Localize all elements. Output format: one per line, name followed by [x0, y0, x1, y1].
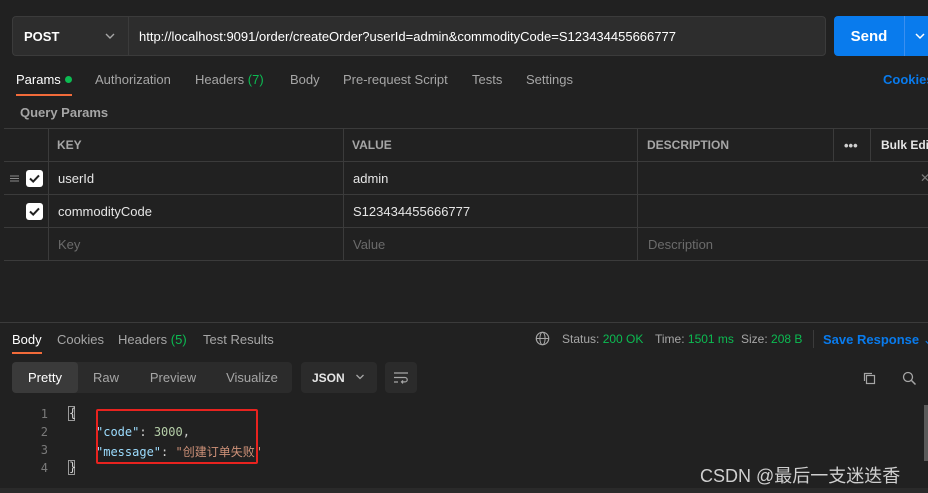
- method-select[interactable]: POST: [12, 16, 128, 56]
- response-headers-count: (5): [170, 332, 187, 347]
- column-divider: [343, 129, 344, 261]
- headers-count: (7): [247, 72, 264, 87]
- save-response-button[interactable]: Save Response ⌄: [823, 332, 928, 348]
- tab-settings[interactable]: Settings: [526, 72, 573, 87]
- send-options-button[interactable]: [904, 16, 928, 56]
- save-response-label: Save Response: [823, 332, 920, 347]
- pane-divider[interactable]: [0, 322, 928, 323]
- search-icon[interactable]: [902, 371, 917, 386]
- param-key[interactable]: userId: [58, 162, 94, 194]
- copy-icon[interactable]: [862, 371, 877, 386]
- cookies-link[interactable]: Cookies: [883, 72, 928, 87]
- format-label: JSON: [312, 370, 345, 385]
- format-select[interactable]: JSON: [301, 362, 377, 393]
- method-label: POST: [24, 28, 60, 44]
- open-brace: {: [68, 406, 77, 421]
- column-divider: [870, 129, 871, 162]
- tab-headers-label: Headers: [195, 72, 245, 87]
- table-row: userId admin ✕: [4, 162, 928, 195]
- query-params-table: KEY VALUE DESCRIPTION ••• Bulk Edi userI…: [4, 128, 928, 261]
- table-header-row: KEY VALUE DESCRIPTION ••• Bulk Edi: [4, 129, 928, 162]
- watermark: CSDN @最后一支迷迭香: [700, 466, 901, 486]
- view-pretty-button[interactable]: Pretty: [12, 362, 78, 393]
- wrap-lines-button[interactable]: [385, 362, 417, 393]
- globe-icon[interactable]: [535, 331, 550, 346]
- send-button[interactable]: Send: [834, 16, 904, 56]
- line-number: 3: [40, 443, 48, 457]
- url-input[interactable]: http://localhost:9091/order/createOrder?…: [128, 16, 826, 56]
- url-text: http://localhost:9091/order/createOrder?…: [139, 28, 676, 44]
- checkmark-icon: [29, 174, 40, 184]
- close-brace: }: [68, 460, 77, 475]
- param-value[interactable]: admin: [353, 162, 388, 194]
- status-label: Status:: [562, 332, 600, 346]
- request-tabs: Params Authorization Headers (7) Body Pr…: [0, 64, 928, 96]
- more-options-icon[interactable]: •••: [844, 129, 858, 161]
- tab-params[interactable]: Params: [16, 72, 72, 87]
- tab-body[interactable]: Body: [290, 72, 320, 87]
- delete-row-icon[interactable]: ✕: [920, 162, 928, 194]
- response-tab-test-results[interactable]: Test Results: [203, 332, 274, 347]
- bottom-bar: [0, 488, 928, 493]
- key-placeholder[interactable]: Key: [58, 228, 80, 260]
- query-params-heading: Query Params: [20, 105, 109, 120]
- param-checkbox[interactable]: [26, 170, 43, 187]
- column-divider: [48, 129, 49, 261]
- description-placeholder[interactable]: Description: [648, 228, 713, 260]
- time-value: 1501 ms: [687, 332, 734, 346]
- tab-tests[interactable]: Tests: [472, 72, 502, 87]
- size-readout: Size: 208 B: [741, 332, 802, 346]
- line-number: 1: [40, 407, 48, 421]
- param-key[interactable]: commodityCode: [58, 195, 152, 227]
- response-tab-body[interactable]: Body: [12, 332, 42, 347]
- col-value-header: VALUE: [352, 138, 392, 152]
- view-raw-button[interactable]: Raw: [82, 362, 130, 393]
- tab-params-label: Params: [16, 72, 61, 87]
- column-divider: [637, 129, 638, 261]
- active-tab-indicator: [12, 352, 42, 354]
- response-tab-headers[interactable]: Headers (5): [118, 332, 187, 347]
- active-tab-indicator: [16, 94, 72, 96]
- size-label: Size:: [741, 332, 768, 346]
- view-visualize-button[interactable]: Visualize: [218, 362, 286, 393]
- table-row: commodityCode S123434455666777: [4, 195, 928, 228]
- checkmark-icon: [29, 207, 40, 217]
- view-preview-button[interactable]: Preview: [140, 362, 206, 393]
- table-row-empty: Key Value Description: [4, 228, 928, 261]
- col-description-header: DESCRIPTION: [647, 138, 730, 152]
- drag-handle-icon[interactable]: [9, 173, 20, 184]
- time-readout: Time: 1501 ms: [655, 332, 734, 346]
- param-checkbox[interactable]: [26, 203, 43, 220]
- status-value: 200 OK: [602, 332, 644, 346]
- scrollbar[interactable]: [924, 405, 928, 461]
- response-headers-label: Headers: [118, 332, 168, 347]
- chevron-down-icon: ⌄: [923, 332, 928, 347]
- status-readout: Status: 200 OK: [562, 332, 643, 346]
- chevron-down-icon: [105, 33, 115, 39]
- wrap-lines-icon: [394, 371, 408, 384]
- param-value[interactable]: S123434455666777: [353, 195, 470, 227]
- chevron-down-icon: [356, 374, 364, 380]
- params-active-dot: [64, 76, 72, 84]
- line-number: 4: [40, 461, 48, 475]
- col-key-header: KEY: [57, 138, 82, 152]
- line-number: 2: [40, 425, 48, 439]
- tab-headers[interactable]: Headers (7): [195, 72, 264, 87]
- size-value: 208 B: [771, 332, 803, 346]
- response-tab-cookies[interactable]: Cookies: [57, 332, 104, 347]
- status-divider: [813, 330, 814, 348]
- tab-authorization[interactable]: Authorization: [95, 72, 171, 87]
- time-label: Time:: [655, 332, 685, 346]
- value-placeholder[interactable]: Value: [353, 228, 385, 260]
- chevron-down-icon: [914, 33, 925, 40]
- bulk-edit-button[interactable]: Bulk Edi: [881, 129, 928, 161]
- tab-pre-request-script[interactable]: Pre-request Script: [343, 72, 448, 87]
- column-divider: [833, 129, 834, 162]
- highlight-box: [96, 409, 258, 464]
